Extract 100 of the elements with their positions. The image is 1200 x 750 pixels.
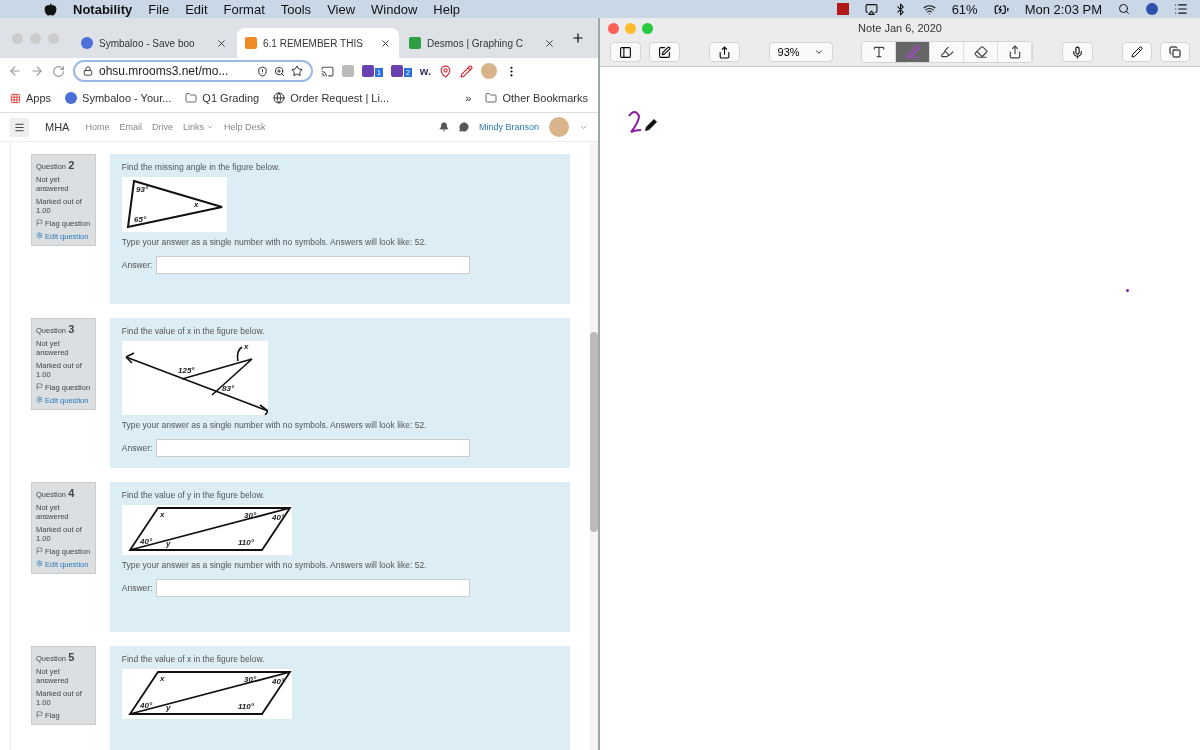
sidebar-button[interactable] bbox=[610, 42, 641, 62]
browser-tab[interactable]: Symbaloo - Save boo bbox=[73, 28, 235, 58]
share-icon bbox=[717, 45, 731, 59]
angle-label: 30° bbox=[243, 675, 256, 684]
compose-button[interactable] bbox=[649, 42, 680, 62]
tool-button[interactable] bbox=[896, 42, 931, 62]
compose-icon bbox=[658, 45, 671, 59]
favicon bbox=[245, 37, 257, 49]
address-bar[interactable]: ohsu.mrooms3.net/mo... bbox=[73, 60, 313, 82]
pages-button[interactable] bbox=[1160, 42, 1190, 62]
bookmark[interactable]: Apps bbox=[10, 92, 52, 104]
tool-button[interactable] bbox=[930, 42, 965, 62]
bookmark[interactable]: Other Bookmarks bbox=[485, 92, 588, 104]
question-prompt: Find the value of x in the figure below. bbox=[121, 326, 266, 336]
angle-label: x bbox=[159, 674, 165, 683]
back-icon[interactable] bbox=[8, 64, 22, 78]
sidebar-icon bbox=[619, 45, 632, 59]
answer-label: Answer: bbox=[121, 443, 153, 453]
message-icon[interactable] bbox=[458, 122, 469, 132]
pen-icon[interactable] bbox=[460, 64, 474, 78]
extension-icon[interactable]: w. bbox=[419, 65, 432, 77]
angle-label: 40° bbox=[271, 513, 284, 522]
browser-tab[interactable]: Desmos | Graphing C bbox=[401, 28, 563, 58]
recording-icon[interactable] bbox=[836, 3, 849, 15]
apple-icon[interactable] bbox=[44, 2, 57, 16]
extension-icon[interactable] bbox=[390, 65, 403, 77]
new-tab-icon[interactable] bbox=[571, 31, 585, 45]
zoom-icon[interactable] bbox=[274, 65, 285, 77]
forward-icon[interactable] bbox=[30, 64, 44, 78]
close-light[interactable] bbox=[608, 22, 619, 34]
tool-button[interactable] bbox=[998, 42, 1033, 62]
star-icon[interactable] bbox=[291, 65, 303, 77]
zoom-select[interactable]: 93% bbox=[768, 42, 833, 62]
tool-button[interactable] bbox=[964, 42, 999, 62]
tool-picker[interactable] bbox=[861, 41, 1034, 63]
pen-button[interactable] bbox=[1122, 42, 1152, 62]
control-center-icon[interactable] bbox=[1174, 2, 1188, 16]
answer-field[interactable] bbox=[156, 439, 471, 457]
caret-icon bbox=[813, 47, 824, 57]
bookmark[interactable]: Symbaloo - Your... bbox=[65, 92, 172, 104]
question-prompt: Find the missing angle in the figure below. bbox=[121, 162, 282, 172]
nav-link[interactable]: Links bbox=[183, 122, 214, 132]
search-icon[interactable] bbox=[1118, 3, 1130, 15]
extension-icon[interactable] bbox=[362, 65, 374, 77]
folder-icon bbox=[485, 92, 498, 104]
bookmark-label: Q1 Grading bbox=[202, 92, 260, 104]
menu-item[interactable]: Tools bbox=[280, 1, 312, 17]
close-icon[interactable] bbox=[216, 37, 227, 49]
nav-link[interactable]: Email bbox=[119, 122, 142, 132]
gear-icon bbox=[36, 560, 43, 567]
note-title: Note Jan 6, 2020 bbox=[858, 22, 942, 34]
siri-icon[interactable] bbox=[1146, 3, 1158, 15]
cast-icon[interactable] bbox=[321, 64, 334, 78]
pin-icon[interactable] bbox=[439, 64, 453, 78]
app-menu[interactable]: Notability bbox=[73, 1, 133, 17]
menu-item[interactable]: View bbox=[327, 1, 356, 17]
angle-label: 40° bbox=[139, 701, 152, 710]
user-name[interactable]: Mindy Branson bbox=[478, 122, 539, 132]
menu-button[interactable] bbox=[10, 117, 29, 137]
tool-button[interactable] bbox=[862, 42, 897, 62]
menu-item[interactable]: Format bbox=[223, 1, 265, 17]
shield-icon[interactable] bbox=[257, 65, 268, 77]
flag-icon bbox=[36, 219, 43, 226]
angle-label: y bbox=[165, 703, 171, 712]
share-button[interactable] bbox=[708, 42, 740, 62]
highlighter-icon bbox=[939, 45, 954, 59]
answer-instruction: Type your answer as a single number with no symbols. Answers will look like: 52. bbox=[121, 560, 428, 570]
question-prompt: Find the value of x in the figure below. bbox=[121, 654, 266, 664]
menu-item[interactable]: Help bbox=[433, 1, 461, 17]
angle-label: y bbox=[165, 539, 171, 548]
site-brand[interactable]: MHA bbox=[45, 121, 70, 133]
nav-link[interactable]: Drive bbox=[152, 122, 173, 132]
bookmark[interactable]: Q1 Grading bbox=[185, 92, 260, 104]
close-icon[interactable] bbox=[544, 37, 555, 49]
pen-icon bbox=[905, 45, 920, 59]
angle-label: 110° bbox=[237, 538, 254, 547]
reload-icon[interactable] bbox=[52, 64, 65, 78]
airplay-icon[interactable] bbox=[864, 2, 878, 16]
angle-label: 93° bbox=[135, 185, 148, 194]
answer-field[interactable] bbox=[156, 579, 471, 597]
bell-icon[interactable] bbox=[438, 122, 449, 132]
answer-field[interactable] bbox=[156, 256, 471, 274]
browser-tab[interactable]: 6.1 REMEMBER THIS bbox=[237, 28, 399, 58]
angle-label: 40° bbox=[139, 537, 152, 546]
mic-button[interactable] bbox=[1062, 42, 1094, 62]
menu-item[interactable]: Edit bbox=[185, 1, 208, 17]
menu-item[interactable]: Window bbox=[371, 1, 418, 17]
nav-link[interactable]: Help Desk bbox=[224, 122, 266, 132]
answer-instruction: Type your answer as a single number with no symbols. Answers will look like: 52. bbox=[121, 420, 428, 430]
gear-icon bbox=[36, 232, 43, 239]
menu-item[interactable]: File bbox=[148, 1, 170, 17]
wifi-icon[interactable] bbox=[922, 2, 936, 16]
pencil-icon bbox=[1131, 46, 1143, 58]
more-bookmarks[interactable]: » bbox=[465, 92, 472, 104]
favicon bbox=[409, 37, 421, 49]
site-icon bbox=[65, 92, 78, 104]
scrollbar-thumb[interactable] bbox=[590, 332, 598, 532]
clock[interactable]: Mon 2:03 PM bbox=[1024, 1, 1102, 17]
nav-link[interactable]: Home bbox=[85, 122, 110, 132]
close-icon[interactable] bbox=[380, 37, 391, 49]
